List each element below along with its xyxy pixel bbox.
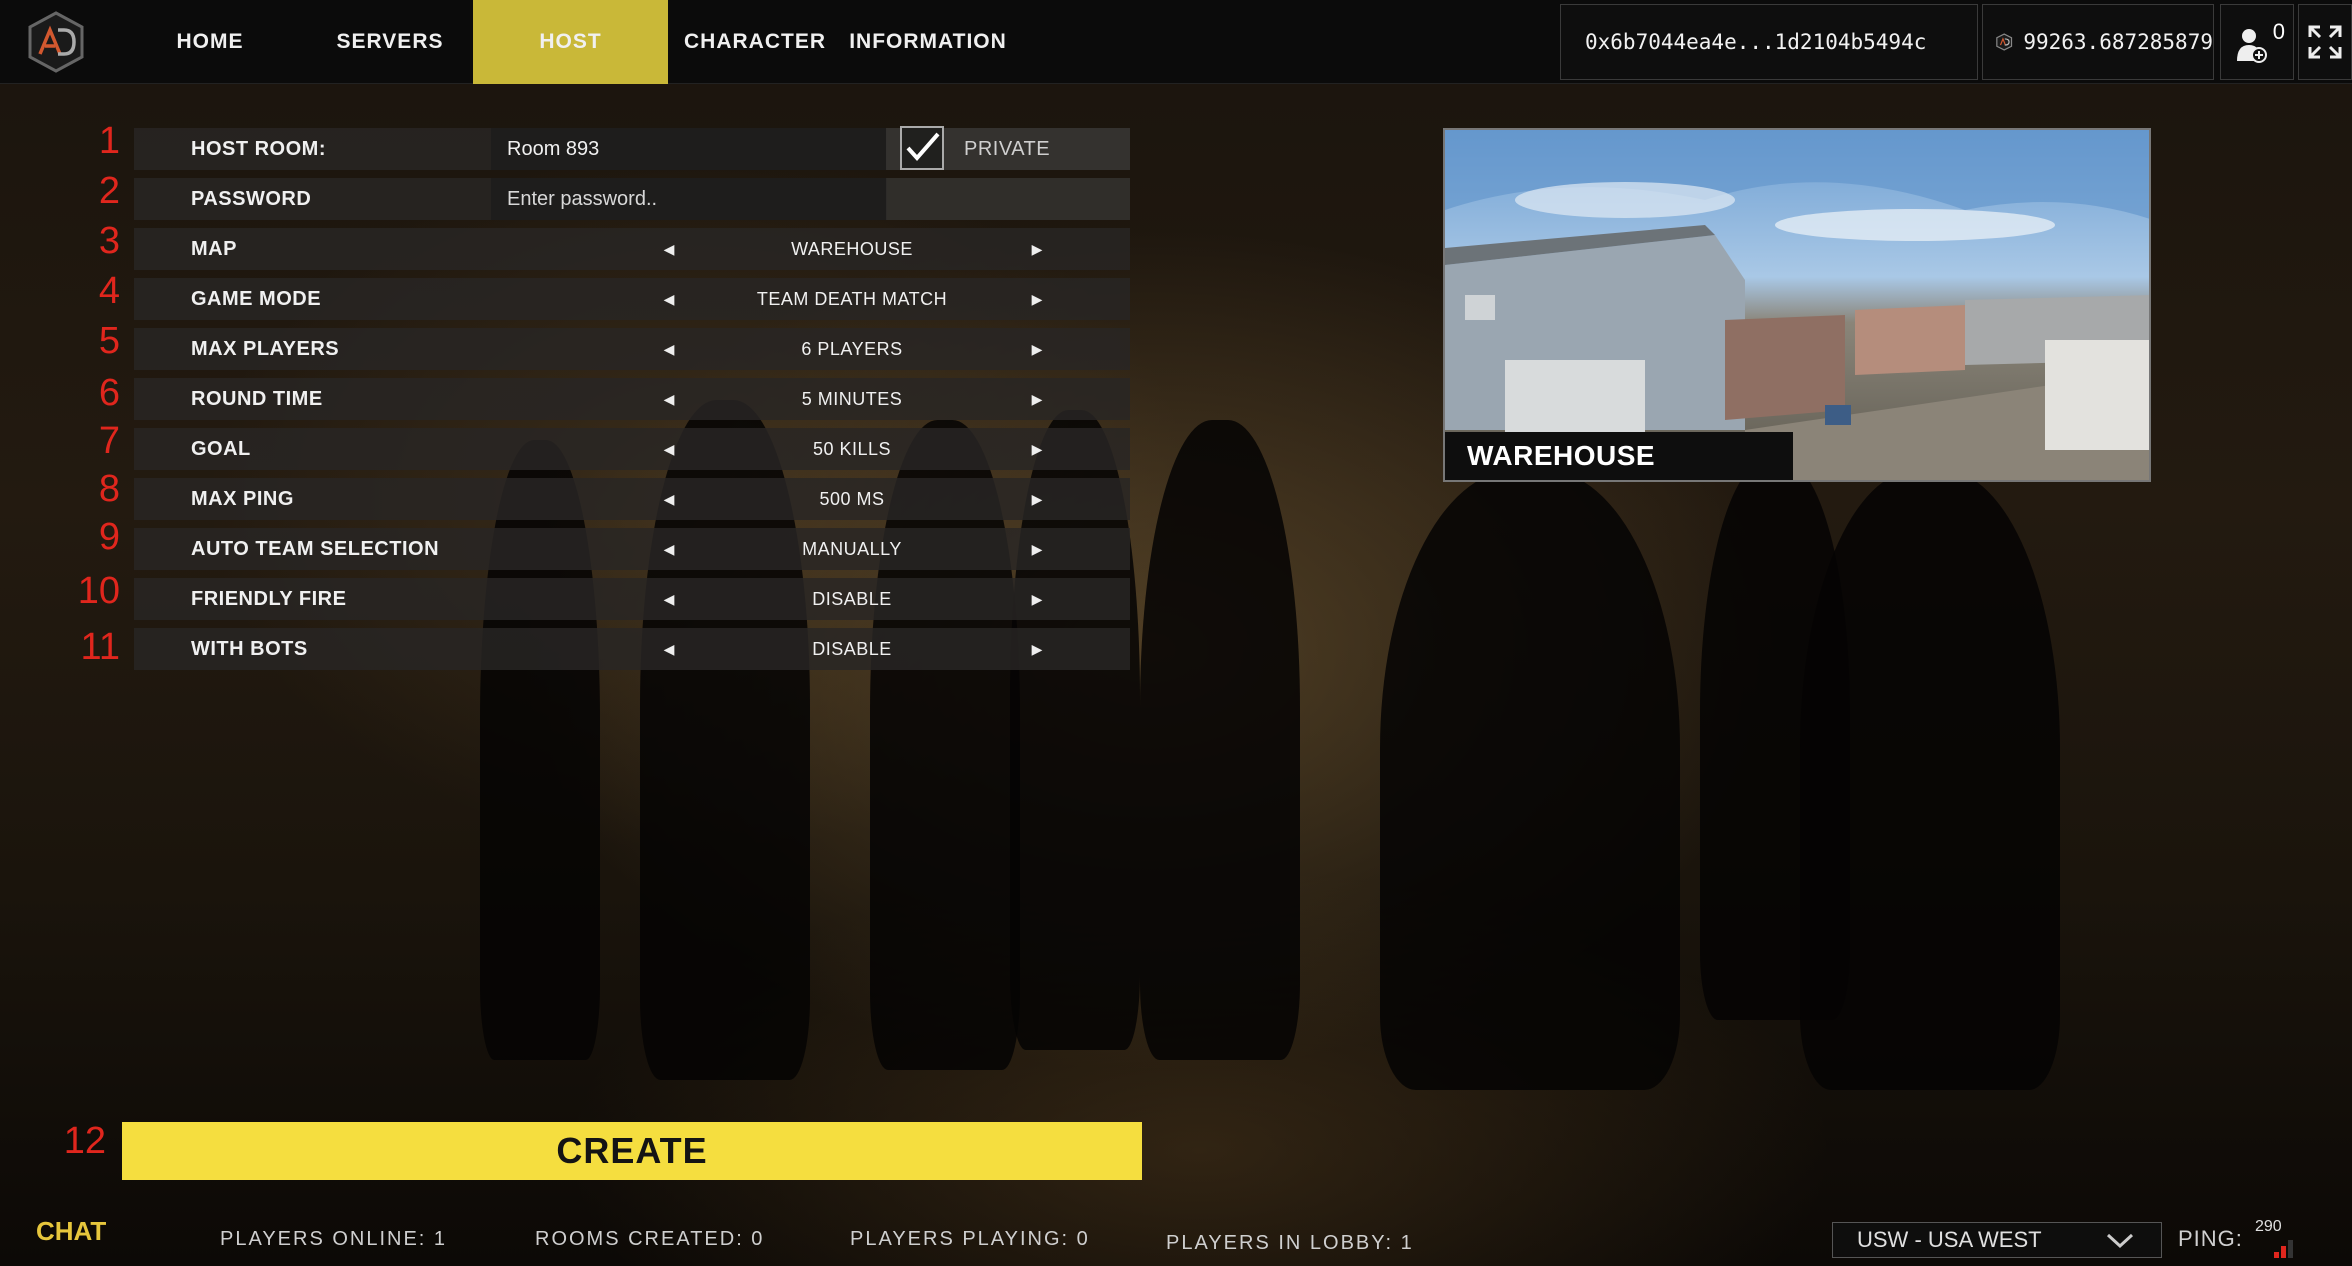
prev-arrow-icon[interactable]: ◀: [656, 378, 682, 420]
create-button[interactable]: CREATE: [122, 1122, 1142, 1180]
nav-character[interactable]: CHARACTER: [684, 0, 825, 84]
option-value: 6 PLAYERS: [801, 339, 903, 359]
row-number: 1: [98, 120, 120, 162]
next-arrow-icon[interactable]: ▶: [1024, 628, 1050, 670]
checkmark-icon: [906, 132, 940, 162]
nav-home[interactable]: HOME: [150, 0, 270, 84]
password-input[interactable]: [491, 178, 887, 220]
row-number: 12: [63, 1120, 106, 1162]
wallet-address[interactable]: 0x6b7044ea4e...1d2104b5494c: [1560, 4, 1978, 80]
players-playing-stat: PLAYERS PLAYING: 0: [850, 1228, 1090, 1250]
password-label: PASSWORD: [191, 188, 312, 210]
chat-button[interactable]: CHAT: [36, 1216, 106, 1247]
fullscreen-icon[interactable]: [2298, 4, 2352, 80]
logo-icon[interactable]: [22, 8, 90, 76]
option-value: MANUALLY: [802, 539, 902, 559]
option-row-max-ping: MAX PING ◀ 500 MS ▶: [134, 478, 1130, 520]
option-row-map: MAP ◀ WAREHOUSE ▶: [134, 228, 1130, 270]
next-arrow-icon[interactable]: ▶: [1024, 478, 1050, 520]
friends-count: 0: [2272, 19, 2285, 44]
signal-bars-icon: [2274, 1240, 2293, 1258]
row-number: 3: [98, 220, 120, 262]
private-label: PRIVATE: [964, 138, 1051, 160]
option-label: WITH BOTS: [191, 638, 308, 660]
prev-arrow-icon[interactable]: ◀: [656, 478, 682, 520]
private-checkbox[interactable]: [900, 126, 944, 170]
private-toggle[interactable]: PRIVATE: [886, 126, 1130, 170]
host-room-input[interactable]: [491, 128, 887, 170]
password-row: PASSWORD: [134, 178, 1130, 220]
row-number: 2: [98, 170, 120, 212]
host-room-label: HOST ROOM:: [191, 138, 326, 160]
option-label: MAP: [191, 238, 237, 260]
rooms-created-stat: ROOMS CREATED: 0: [535, 1228, 765, 1250]
next-arrow-icon[interactable]: ▶: [1024, 578, 1050, 620]
next-arrow-icon[interactable]: ▶: [1024, 328, 1050, 370]
row-number: 6: [98, 372, 120, 414]
players-in-lobby-stat: PLAYERS IN LOBBY: 1: [1166, 1232, 1414, 1254]
option-label: MAX PLAYERS: [191, 338, 340, 360]
row-number: 7: [98, 420, 120, 462]
players-online-stat: PLAYERS ONLINE: 1: [220, 1228, 448, 1250]
next-arrow-icon[interactable]: ▶: [1024, 528, 1050, 570]
warehouse-image: [1445, 130, 2149, 480]
option-value: 500 MS: [819, 489, 885, 509]
row-number: 11: [80, 626, 120, 668]
nav-host[interactable]: HOST: [473, 0, 668, 84]
option-label: FRIENDLY FIRE: [191, 588, 347, 610]
next-arrow-icon[interactable]: ▶: [1024, 228, 1050, 270]
map-name-label: WAREHOUSE: [1445, 432, 1793, 480]
prev-arrow-icon[interactable]: ◀: [656, 228, 682, 270]
chevron-down-icon: [2106, 1233, 2134, 1249]
option-row-with-bots: WITH BOTS ◀ DISABLE ▶: [134, 628, 1130, 670]
option-label: ROUND TIME: [191, 388, 323, 410]
option-label: AUTO TEAM SELECTION: [191, 538, 440, 560]
next-arrow-icon[interactable]: ▶: [1024, 378, 1050, 420]
nav-servers[interactable]: SERVERS: [320, 0, 460, 84]
row-number: 8: [98, 468, 120, 510]
balance-value: 99263.687285879: [2023, 30, 2213, 54]
nav-information[interactable]: INFORMATION: [848, 0, 1008, 84]
option-value: WAREHOUSE: [791, 239, 913, 259]
password-spacer: [886, 178, 1130, 220]
option-row-game-mode: GAME MODE ◀ TEAM DEATH MATCH ▶: [134, 278, 1130, 320]
host-room-row: HOST ROOM: PRIVATE: [134, 126, 1130, 170]
token-icon: [1996, 33, 2013, 51]
top-bar: HOME SERVERS HOST CHARACTER INFORMATION …: [0, 0, 2352, 84]
option-value: DISABLE: [812, 589, 892, 609]
prev-arrow-icon[interactable]: ◀: [656, 528, 682, 570]
user-plus-icon: [2237, 29, 2267, 63]
option-label: MAX PING: [191, 488, 294, 510]
option-value: DISABLE: [812, 639, 892, 659]
row-number: 4: [98, 270, 120, 312]
region-select[interactable]: USW - USA WEST: [1832, 1222, 2162, 1258]
prev-arrow-icon[interactable]: ◀: [656, 628, 682, 670]
option-label: GAME MODE: [191, 288, 322, 310]
option-row-goal: GOAL ◀ 50 KILLS ▶: [134, 428, 1130, 470]
next-arrow-icon[interactable]: ▶: [1024, 278, 1050, 320]
option-value: 50 KILLS: [812, 439, 892, 459]
prev-arrow-icon[interactable]: ◀: [656, 578, 682, 620]
row-number: 9: [98, 516, 120, 558]
ping-label: PING:: [2178, 1226, 2243, 1251]
option-label: GOAL: [191, 438, 251, 460]
ping-value: 290: [2255, 1218, 2282, 1235]
option-row-friendly-fire: FRIENDLY FIRE ◀ DISABLE ▶: [134, 578, 1130, 620]
option-value: TEAM DEATH MATCH: [756, 289, 948, 309]
prev-arrow-icon[interactable]: ◀: [656, 428, 682, 470]
option-row-max-players: MAX PLAYERS ◀ 6 PLAYERS ▶: [134, 328, 1130, 370]
row-number: 5: [98, 320, 120, 362]
map-preview: WAREHOUSE: [1443, 128, 2151, 482]
prev-arrow-icon[interactable]: ◀: [656, 278, 682, 320]
friends-button[interactable]: 0: [2220, 4, 2294, 80]
token-balance[interactable]: 99263.687285879: [1982, 4, 2214, 80]
option-row-round-time: ROUND TIME ◀ 5 MINUTES ▶: [134, 378, 1130, 420]
option-row-auto-team: AUTO TEAM SELECTION ◀ MANUALLY ▶: [134, 528, 1130, 570]
prev-arrow-icon[interactable]: ◀: [656, 328, 682, 370]
region-value: USW - USA WEST: [1857, 1227, 2042, 1252]
next-arrow-icon[interactable]: ▶: [1024, 428, 1050, 470]
row-number: 10: [77, 570, 120, 612]
option-value: 5 MINUTES: [801, 389, 903, 409]
